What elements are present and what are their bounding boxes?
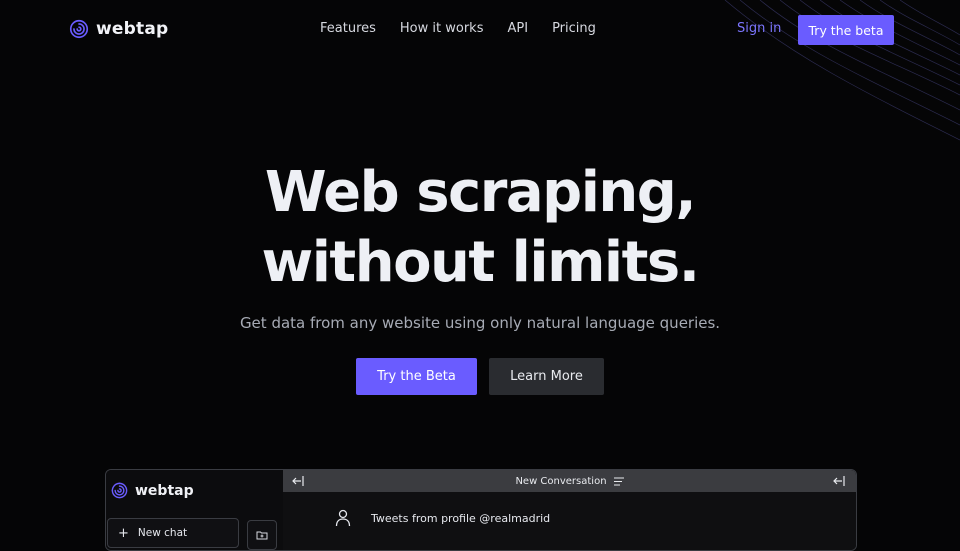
hero-title: Web scraping, without limits. [0, 158, 960, 298]
folder-button[interactable] [247, 520, 277, 550]
menu-icon[interactable] [613, 477, 624, 486]
preview-sidebar: webtap + New chat [106, 470, 283, 550]
nav-link-how-it-works[interactable]: How it works [400, 21, 484, 36]
sign-in-link[interactable]: Sign in [737, 21, 781, 36]
top-navigation: webtap Features How it works API Pricing… [0, 0, 960, 58]
new-chat-label: New chat [137, 527, 188, 539]
collapse-left-icon[interactable] [291, 474, 305, 488]
nav-links: Features How it works API Pricing [320, 21, 596, 36]
brand-logo[interactable]: webtap [68, 18, 168, 40]
conversation-title: New Conversation [515, 475, 607, 487]
plus-icon: + [118, 525, 129, 541]
folder-icon [256, 531, 268, 540]
hero-title-line1: Web scraping, [264, 160, 697, 225]
hero-subtitle: Get data from any website using only nat… [239, 314, 721, 332]
user-icon [335, 509, 351, 527]
learn-more-button[interactable]: Learn More [489, 358, 604, 395]
conversation-header: New Conversation [283, 470, 856, 492]
try-beta-nav-button[interactable]: Try the beta [798, 15, 894, 45]
try-beta-button[interactable]: Try the Beta [356, 358, 477, 395]
chat-message: Tweets from profile @realmadrid [335, 509, 550, 527]
preview-main: New Conversation Tweets from profile @re… [283, 470, 856, 550]
new-chat-button[interactable]: + New chat [107, 518, 239, 548]
webtap-logo-icon [111, 482, 128, 499]
webtap-logo-icon [69, 19, 89, 39]
app-preview: webtap + New chat New Conversation Tweet… [105, 469, 857, 551]
hero-title-line2: without limits. [261, 230, 700, 295]
nav-link-pricing[interactable]: Pricing [552, 21, 596, 36]
nav-link-api[interactable]: API [507, 21, 528, 36]
chat-message-text: Tweets from profile @realmadrid [371, 511, 551, 525]
preview-brand-logo[interactable]: webtap [110, 481, 194, 500]
nav-link-features[interactable]: Features [320, 21, 376, 36]
collapse-left-icon[interactable] [832, 474, 846, 488]
brand-name: webtap [96, 19, 169, 39]
preview-brand-name: webtap [135, 482, 194, 499]
